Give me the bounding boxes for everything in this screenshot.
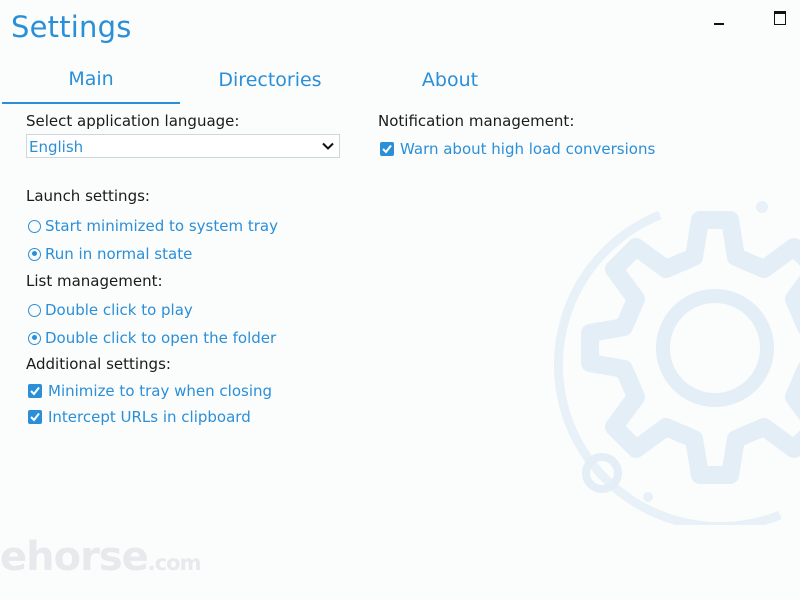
window-title: Settings [11, 10, 132, 44]
gear-icon [553, 201, 800, 525]
notification-label: Notification management: [378, 112, 575, 130]
tab-directories[interactable]: Directories [205, 65, 335, 105]
warn-high-load-checkbox[interactable]: Warn about high load conversions [380, 140, 655, 158]
additional-settings-label: Additional settings: [26, 355, 171, 373]
radio-double-click-folder-label: Double click to open the folder [45, 329, 277, 347]
checkbox-checked-icon [28, 410, 42, 424]
tab-about[interactable]: About [405, 65, 495, 105]
launch-settings-label: Launch settings: [26, 187, 150, 205]
warn-high-load-label: Warn about high load conversions [400, 140, 656, 158]
watermark-text: ehorse [0, 534, 149, 580]
minimize-to-tray-label: Minimize to tray when closing [48, 382, 273, 400]
intercept-urls-label: Intercept URLs in clipboard [48, 408, 251, 426]
radio-start-minimized[interactable]: Start minimized to system tray [28, 217, 278, 235]
radio-selected-icon [28, 331, 41, 345]
radio-unselected-icon [28, 303, 41, 317]
checkbox-checked-icon [28, 384, 42, 398]
radio-start-minimized-label: Start minimized to system tray [45, 217, 278, 235]
watermark-logo: ehorse.com [0, 534, 201, 580]
language-selected-value: English [29, 138, 84, 156]
minimize-button[interactable] [706, 6, 730, 30]
tab-main[interactable]: Main [2, 64, 180, 104]
radio-selected-icon [28, 247, 41, 261]
intercept-urls-checkbox[interactable]: Intercept URLs in clipboard [28, 408, 251, 426]
language-select[interactable]: English [26, 134, 340, 158]
radio-unselected-icon [28, 219, 41, 233]
minimize-to-tray-checkbox[interactable]: Minimize to tray when closing [28, 382, 272, 400]
radio-double-click-play[interactable]: Double click to play [28, 301, 193, 319]
checkbox-checked-icon [380, 142, 394, 156]
radio-double-click-play-label: Double click to play [45, 301, 193, 319]
radio-run-normal[interactable]: Run in normal state [28, 245, 192, 263]
radio-double-click-folder[interactable]: Double click to open the folder [28, 329, 276, 347]
chevron-down-icon [322, 142, 334, 150]
watermark-suffix: .com [147, 551, 202, 575]
list-management-label: List management: [26, 272, 163, 290]
language-label: Select application language: [26, 112, 240, 130]
tab-bar: Main Directories About [0, 62, 560, 104]
maximize-button[interactable] [768, 6, 792, 30]
radio-run-normal-label: Run in normal state [45, 245, 193, 263]
